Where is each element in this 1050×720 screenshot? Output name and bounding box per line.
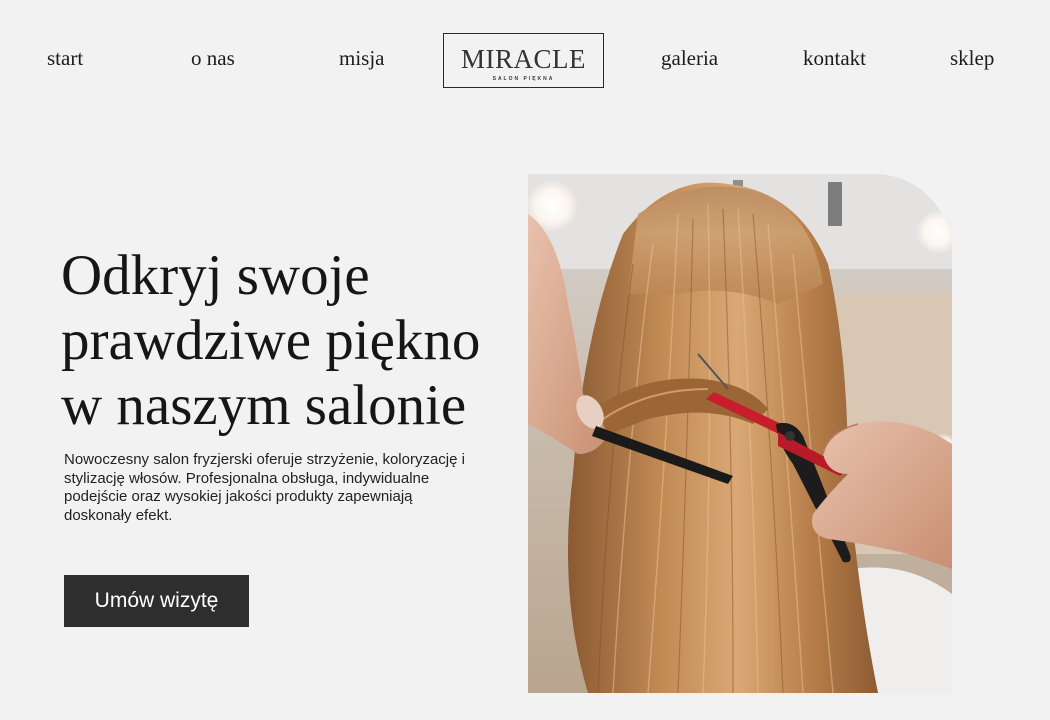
nav-link-start[interactable]: start xyxy=(47,45,83,71)
hairdresser-photo-illustration xyxy=(528,174,952,693)
logo-tagline: SALON PIĘKNA xyxy=(492,76,555,82)
nav-link-misja[interactable]: misja xyxy=(339,45,385,71)
hero-description: Nowoczesny salon fryzjerski oferuje strz… xyxy=(64,451,465,524)
logo-name: MIRACLE xyxy=(461,44,586,74)
hero-title-line-2: prawdziwe piękno xyxy=(61,309,481,372)
nav-link-galeria[interactable]: galeria xyxy=(661,45,718,71)
hero-title-line-1: Odkryj swoje xyxy=(61,244,370,307)
nav-link-kontakt[interactable]: kontakt xyxy=(803,45,866,71)
book-appointment-button[interactable]: Umów wizytę xyxy=(64,575,249,627)
nav-link-o-nas[interactable]: o nas xyxy=(191,45,235,71)
main-navigation: start o nas misja MIRACLE SALON PIĘKNA g… xyxy=(0,0,1050,120)
hero-title-line-3: w naszym salonie xyxy=(61,374,467,437)
brand-logo[interactable]: MIRACLE SALON PIĘKNA xyxy=(443,33,604,88)
hero-photo xyxy=(528,174,952,693)
hero-title: Odkryj swoje prawdziwe piękno w naszym s… xyxy=(61,243,501,438)
nav-link-sklep[interactable]: sklep xyxy=(950,45,994,71)
